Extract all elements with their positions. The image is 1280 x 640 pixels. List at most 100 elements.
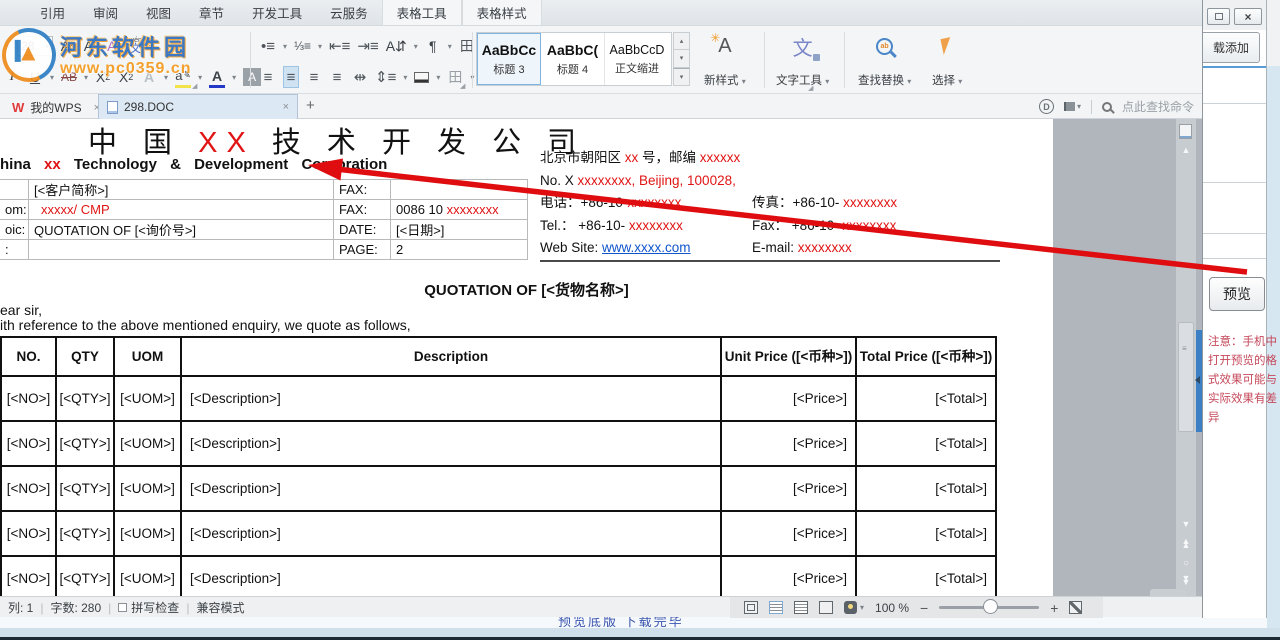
zoom-slider-knob[interactable] <box>983 599 998 614</box>
line-spacing-caret[interactable]: ▾ <box>403 73 407 82</box>
italic-button[interactable]: I <box>4 66 20 88</box>
phonetic-caret[interactable]: ▾ <box>149 42 153 51</box>
paragraph-mark-caret[interactable]: ▾ <box>448 42 452 51</box>
reading-lamp-button[interactable]: ▾ <box>844 601 864 614</box>
restore-window-button[interactable] <box>1207 8 1230 25</box>
numbering-button[interactable]: ⅓≡ <box>294 35 311 57</box>
quotation-cell[interactable]: [<Total>] <box>856 376 996 421</box>
superscript-button[interactable]: X2 <box>95 66 111 88</box>
quotation-cell[interactable]: [<Description>] <box>181 556 721 596</box>
text-direction-button[interactable]: A⇵ <box>386 35 407 57</box>
style-scroll-up-button[interactable]: ▴ <box>673 32 690 50</box>
page-view-icon[interactable] <box>769 601 783 614</box>
find-replace-button[interactable]: ab 查找替换 ▾ <box>854 30 915 90</box>
strikethrough-button[interactable]: AB <box>61 66 77 88</box>
vertical-scrollbar[interactable]: ▲ ≡ ▼ ▲▲ ○ ▼▼ <box>1176 119 1196 596</box>
font-size-input[interactable]: 28▾ <box>17 36 53 56</box>
quotation-cell[interactable]: [<Description>] <box>181 421 721 466</box>
quotation-cell[interactable]: [<QTY>] <box>56 421 114 466</box>
preview-button[interactable]: 预览 <box>1209 277 1265 311</box>
quotation-cell[interactable]: [<NO>] <box>1 376 56 421</box>
style-gallery-more-button[interactable]: ▾ <box>673 68 690 86</box>
quotation-cell[interactable]: [<Total>] <box>856 511 996 556</box>
quotation-cell[interactable]: [<UOM>] <box>114 421 181 466</box>
ribbon-tab-review[interactable]: 审阅 <box>79 0 132 25</box>
paragraph-mark-button[interactable]: ¶ <box>425 35 441 57</box>
download-addon-button[interactable]: 载添加 <box>1203 32 1260 63</box>
close-window-button[interactable]: × <box>1234 8 1262 25</box>
new-style-button[interactable]: ✳A 新样式 ▾ <box>700 30 750 90</box>
text-effects-caret[interactable]: ▾ <box>164 73 168 82</box>
shrink-font-button[interactable]: A− <box>83 35 99 57</box>
ribbon-tab-references[interactable]: 引用 <box>26 0 79 25</box>
text-effects-button[interactable]: A <box>141 66 157 88</box>
quotation-cell[interactable]: [<NO>] <box>1 466 56 511</box>
align-left-button[interactable]: ≡ <box>260 66 276 88</box>
spellcheck-toggle[interactable]: 拼写检查 <box>118 599 179 616</box>
document-page[interactable]: 中 国 XX 技 术 开 发 公 司 hina xx Technology & … <box>0 119 1053 596</box>
justify-button[interactable]: ≡ <box>329 66 345 88</box>
font-name-dropdown-caret[interactable]: ▾ <box>6 42 10 51</box>
quotation-cell[interactable]: [<Total>] <box>856 556 996 596</box>
numbering-caret[interactable]: ▾ <box>318 42 322 51</box>
highlight-color-button[interactable]: a✎ <box>175 66 191 88</box>
quotation-cell[interactable]: [<NO>] <box>1 421 56 466</box>
character-shading-button[interactable]: A <box>243 68 261 86</box>
text-tools-button[interactable]: 文 文字工具 ▾ <box>772 30 833 90</box>
grow-font-button[interactable]: A+ <box>60 35 76 57</box>
quotation-cell[interactable]: [<Price>] <box>721 511 856 556</box>
scroll-up-arrow[interactable]: ▲ <box>1176 145 1196 155</box>
quotation-cell[interactable]: [<Price>] <box>721 556 856 596</box>
styles-group-dialog-launcher[interactable]: ◢ <box>808 84 813 92</box>
quotation-cell[interactable]: [<QTY>] <box>56 466 114 511</box>
shading-caret[interactable]: ▾ <box>436 73 440 82</box>
ribbon-tab-developer[interactable]: 开发工具 <box>238 0 316 25</box>
style-item-heading4[interactable]: AaBbC( 标题 4 <box>541 33 605 85</box>
full-screen-view-icon[interactable] <box>744 601 758 614</box>
quotation-cell[interactable]: [<Total>] <box>856 421 996 466</box>
docer-icon[interactable]: D <box>1039 99 1054 114</box>
align-center-button[interactable]: ≡ <box>283 66 299 88</box>
underline-caret[interactable]: ▾ <box>50 73 54 82</box>
decrease-indent-button[interactable]: ⇤≡ <box>329 35 350 57</box>
clear-format-button[interactable]: A◊ <box>106 35 122 57</box>
style-item-body-indent[interactable]: AaBbCcD 正文缩进 <box>605 33 669 85</box>
ribbon-tab-view[interactable]: 视图 <box>132 0 185 25</box>
fit-page-button[interactable] <box>1069 601 1082 614</box>
subscript-button[interactable]: X2 <box>118 66 134 88</box>
quotation-cell[interactable]: [<QTY>] <box>56 376 114 421</box>
quotation-cell[interactable]: [<Description>] <box>181 466 721 511</box>
quotation-cell[interactable]: [<Description>] <box>181 511 721 556</box>
word-count[interactable]: 字数: 280 <box>50 599 101 616</box>
text-direction-caret[interactable]: ▾ <box>414 42 418 51</box>
style-scroll-down-button[interactable]: ▾ <box>673 50 690 67</box>
bullets-caret[interactable]: ▾ <box>283 42 287 51</box>
ribbon-tab-cloud[interactable]: 云服务 <box>316 0 382 25</box>
increase-indent-button[interactable]: ⇥≡ <box>357 35 378 57</box>
select-button[interactable]: 选择 ▾ <box>928 30 966 90</box>
command-search-input[interactable]: 点此查找命令 <box>1122 98 1194 115</box>
quotation-cell[interactable]: [<QTY>] <box>56 511 114 556</box>
quotation-cell[interactable]: [<Price>] <box>721 376 856 421</box>
select-browse-object-button[interactable]: ○ <box>1176 559 1196 569</box>
shading-bucket-button[interactable] <box>414 72 429 83</box>
scroll-down-arrow[interactable]: ▼ <box>1176 519 1196 529</box>
quotation-cell[interactable]: [<UOM>] <box>114 556 181 596</box>
quotation-cell[interactable]: [<UOM>] <box>114 376 181 421</box>
quotation-cell[interactable]: [<NO>] <box>1 511 56 556</box>
font-color-button[interactable]: A <box>209 66 225 88</box>
quotation-cell[interactable]: [<Description>] <box>181 376 721 421</box>
flag-menu-button[interactable]: ▾ <box>1064 102 1081 111</box>
font-group-dialog-launcher[interactable]: ◢ <box>192 82 197 90</box>
tab-my-wps[interactable]: W 我的WPS × <box>4 96 108 119</box>
quotation-cell[interactable]: [<Total>] <box>856 466 996 511</box>
bullets-button[interactable]: •≡ <box>260 35 276 57</box>
font-color-caret[interactable]: ▾ <box>232 73 236 82</box>
quotation-cell[interactable]: [<UOM>] <box>114 511 181 556</box>
web-view-icon[interactable] <box>819 601 833 614</box>
zoom-level[interactable]: 100 % <box>875 601 909 615</box>
tab-document-298[interactable]: 298.DOC × <box>98 94 298 119</box>
outline-view-icon[interactable] <box>794 601 808 614</box>
underline-button[interactable]: U <box>27 66 43 88</box>
next-page-button[interactable]: ▼▼ <box>1176 575 1196 586</box>
